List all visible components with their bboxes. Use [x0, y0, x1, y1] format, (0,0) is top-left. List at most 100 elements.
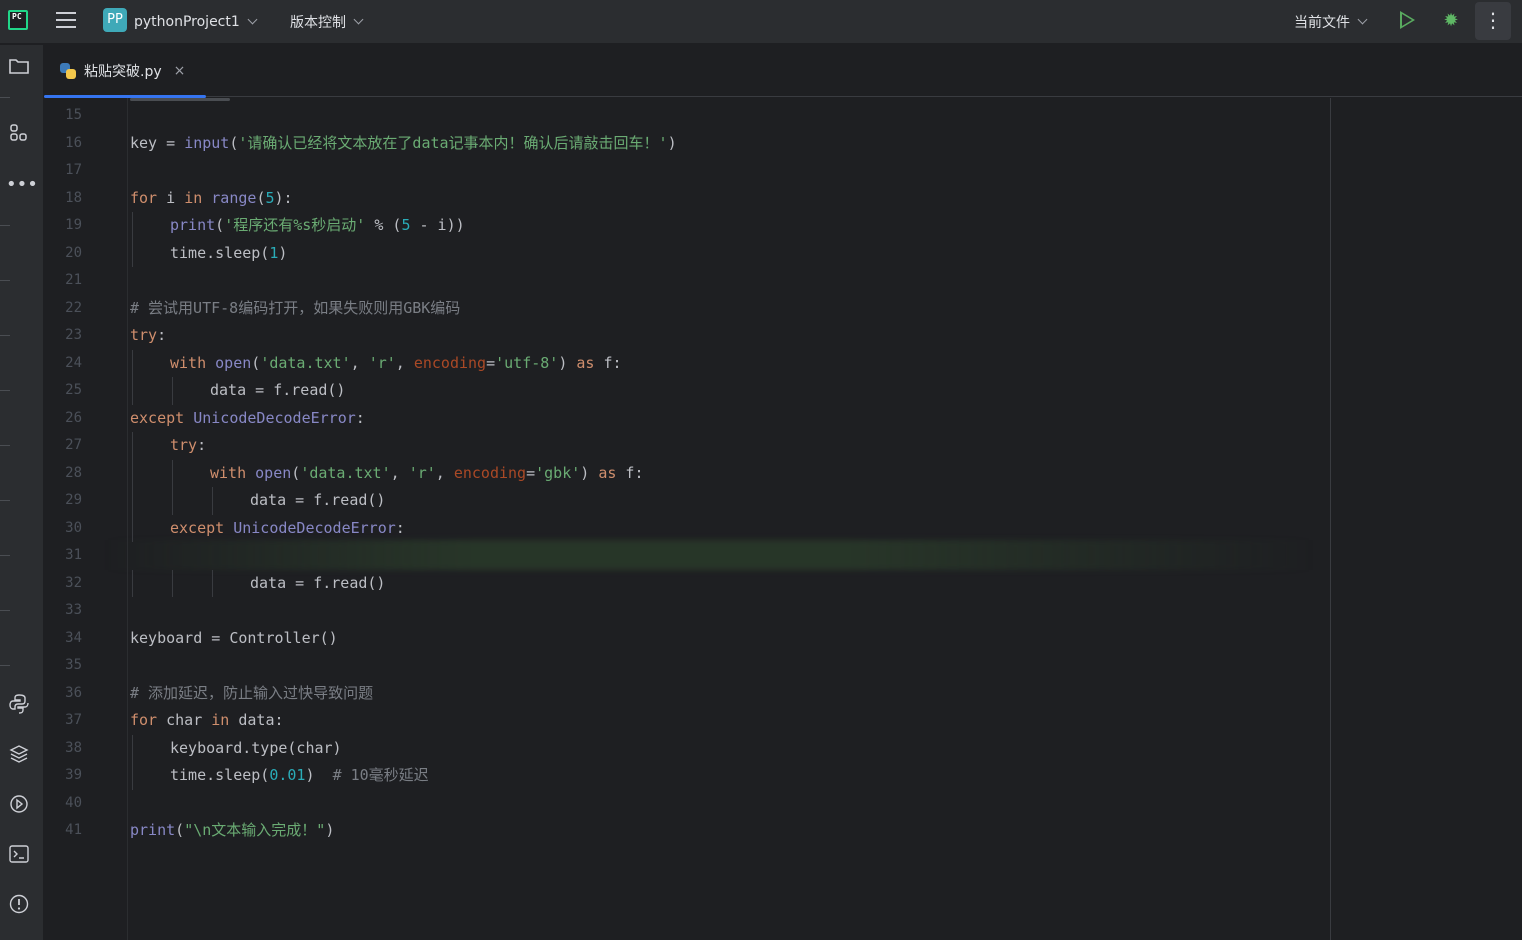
run-icon[interactable] — [1400, 11, 1415, 29]
code-line[interactable]: 30 except UnicodeDecodeError: — [44, 514, 1334, 542]
code-token: input — [184, 133, 230, 152]
code-line[interactable]: 29 data = f.read() — [44, 487, 1334, 515]
code-text: for i in range(5): — [130, 185, 293, 212]
structure-icon[interactable] — [6, 122, 32, 148]
code-token: open — [255, 463, 292, 482]
terminal-icon[interactable] — [6, 843, 32, 869]
editor-tab-strip: 粘贴突破.py × — [44, 45, 1522, 98]
line-number: 20 — [65, 244, 82, 261]
code-line[interactable]: 27 try: — [44, 432, 1334, 460]
code-token: encoding — [453, 463, 527, 482]
code-token: time.sleep( — [170, 766, 270, 784]
project-badge[interactable]: PP — [103, 8, 127, 32]
code-token: , — [350, 353, 369, 372]
code-line[interactable]: 17 — [44, 157, 1334, 184]
code-text: keyboard = Controller() — [130, 625, 338, 652]
code-token: with — [210, 463, 247, 482]
code-line[interactable]: 39 time.sleep(0.01) # 10毫秒延迟 — [44, 762, 1334, 790]
code-token: for — [130, 188, 158, 207]
main-menu-icon[interactable] — [56, 12, 76, 30]
editor-tab[interactable]: 粘贴突破.py × — [44, 45, 206, 98]
code-line[interactable]: 16 key = input('请确认已经将文本放在了data记事本内！确认后请敲… — [44, 130, 1334, 157]
close-icon[interactable]: × — [174, 63, 186, 79]
run-config-selector[interactable]: 当前文件 — [1294, 0, 1368, 44]
scrollbar[interactable] — [130, 98, 230, 101]
code-line[interactable]: 33 — [44, 597, 1334, 624]
line-number: 19 — [65, 217, 82, 233]
code-token: ) — [558, 353, 577, 372]
code-token: ( — [215, 216, 225, 234]
folder-icon[interactable] — [6, 57, 32, 83]
line-number: 33 — [65, 602, 82, 618]
code-token: key = — [130, 133, 185, 152]
divider — [0, 555, 10, 556]
indent-guide — [172, 487, 173, 515]
indent-guide — [132, 514, 133, 542]
debug-bug-icon[interactable]: ✹ — [1440, 10, 1462, 32]
code-line[interactable]: 18 for i in range(5): — [44, 185, 1334, 212]
indent-guide — [132, 212, 133, 240]
code-token: data = f.read() — [210, 381, 346, 399]
code-token: in — [211, 711, 230, 729]
code-text: keyboard.type(char) — [170, 735, 342, 762]
code-token: # 尝试用UTF-8编码打开，如果失败则用GBK编码 — [130, 298, 461, 317]
code-line[interactable]: 32 data = f.read() — [44, 569, 1334, 597]
line-number: 22 — [65, 299, 82, 316]
code-line[interactable]: 28 with open('data.txt', 'r', encoding='g… — [44, 459, 1334, 487]
pycharm-logo-icon[interactable]: PC — [8, 10, 28, 30]
code-text: print('程序还有%s秒启动' % (5 - i)) — [170, 212, 465, 239]
divider — [0, 610, 10, 611]
code-token: char — [157, 711, 212, 729]
chevron-down-icon — [247, 14, 258, 25]
code-token: 0.01 — [269, 766, 306, 784]
code-line[interactable]: 31 — [44, 542, 1334, 569]
code-token: open — [215, 353, 252, 372]
indent-guide — [172, 569, 173, 597]
code-token: time.sleep( — [170, 243, 270, 262]
code-line[interactable]: 19 print('程序还有%s秒启动' % (5 - i)) — [44, 212, 1334, 240]
code-token: try — [170, 436, 198, 454]
line-number: 36 — [65, 684, 82, 701]
problems-icon[interactable] — [6, 893, 32, 919]
code-line[interactable]: 20 time.sleep(1) — [44, 239, 1334, 267]
divider — [0, 335, 10, 336]
code-line[interactable]: 15 — [44, 102, 1334, 129]
code-token: in — [184, 188, 203, 207]
layers-icon[interactable] — [6, 743, 32, 769]
code-token: for — [130, 711, 158, 729]
code-line[interactable]: 36 # 添加延迟，防止输入过快导致问题 — [44, 680, 1334, 707]
code-line[interactable]: 41 print("\n文本输入完成！") — [44, 817, 1334, 844]
code-editor[interactable]: 15 16 key = input('请确认已经将文本放在了data记事本内！确认后… — [44, 98, 1522, 940]
code-token: 'utf-8' — [495, 353, 559, 372]
code-token: , — [435, 463, 454, 482]
line-number: 27 — [65, 437, 82, 453]
code-token: , — [390, 463, 409, 482]
code-line[interactable]: 40 — [44, 790, 1334, 817]
code-token: UnicodeDecodeError — [233, 518, 396, 537]
code-line[interactable]: 37 for char in data: — [44, 707, 1334, 734]
code-line[interactable]: 26 except UnicodeDecodeError: — [44, 405, 1334, 432]
code-line[interactable]: 38 keyboard.type(char) — [44, 734, 1334, 762]
code-line[interactable]: 21 — [44, 267, 1334, 294]
code-line[interactable]: 24 with open('data.txt', 'r', encoding='u… — [44, 349, 1334, 377]
code-line[interactable]: 34 keyboard = Controller() — [44, 625, 1334, 652]
line-number: 21 — [65, 272, 82, 288]
vcs-menu[interactable]: 版本控制 — [290, 0, 364, 44]
code-line[interactable]: 35 — [44, 652, 1334, 679]
more-actions-button[interactable]: ⋮ — [1475, 2, 1511, 40]
code-text: time.sleep(0.01) # 10毫秒延迟 — [170, 762, 429, 789]
project-selector[interactable]: pythonProject1 — [134, 0, 258, 44]
line-number: 40 — [65, 794, 82, 811]
line-number: 24 — [65, 354, 82, 371]
line-number: 29 — [65, 492, 82, 508]
code-line[interactable]: 25 data = f.read() — [44, 377, 1334, 405]
services-icon[interactable] — [6, 793, 32, 819]
python-console-icon[interactable] — [6, 693, 32, 719]
code-text: data = f.read() — [210, 377, 345, 404]
indent-guide — [132, 432, 133, 460]
code-line[interactable]: 23 try: — [44, 322, 1334, 349]
code-line[interactable]: 22 # 尝试用UTF-8编码打开，如果失败则用GBK编码 — [44, 295, 1334, 322]
line-number: 23 — [65, 327, 82, 343]
more-tools-icon[interactable]: ••• — [6, 172, 38, 198]
